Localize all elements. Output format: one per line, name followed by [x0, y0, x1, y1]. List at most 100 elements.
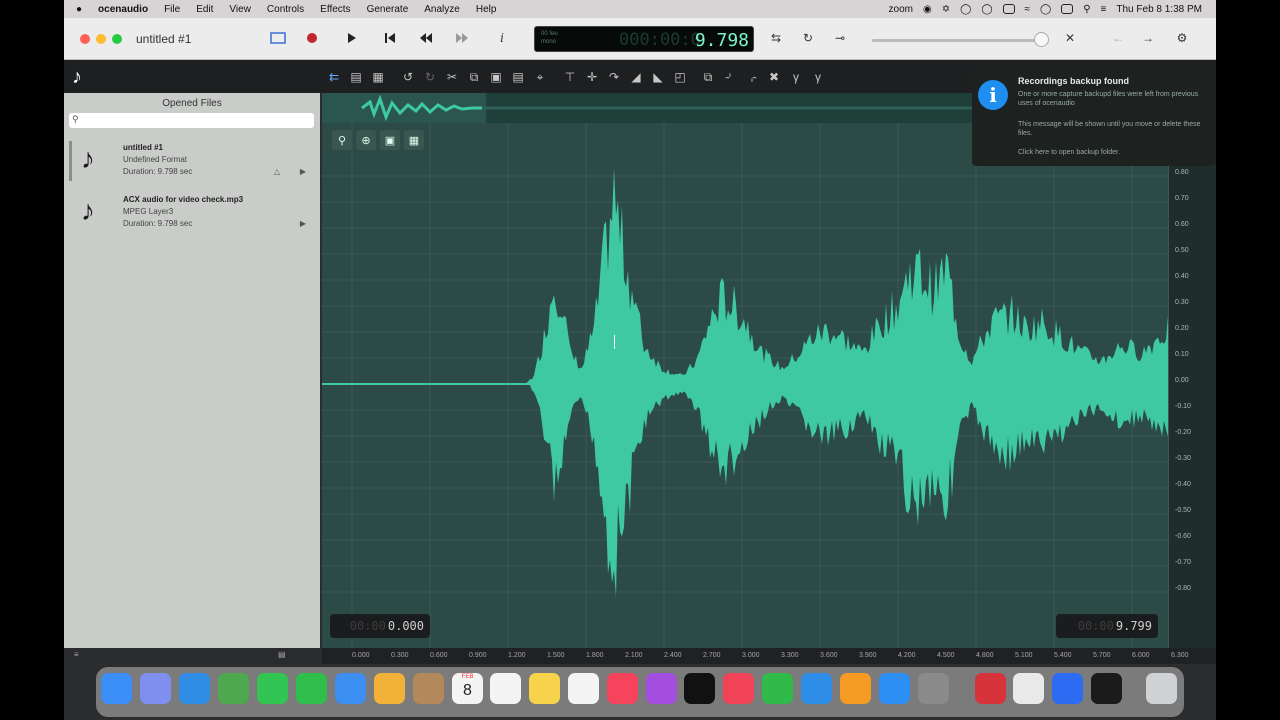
- reverse-icon[interactable]: ↷: [606, 69, 622, 85]
- selection-end-field[interactable]: 00:00 9.799: [1056, 614, 1158, 638]
- expand-arrow-icon[interactable]: ▶: [300, 219, 306, 228]
- facetime-icon[interactable]: [296, 673, 327, 704]
- zoom-magnify-icon[interactable]: ⚲: [332, 130, 352, 150]
- menu-help[interactable]: Help: [476, 4, 497, 15]
- volume-slider-track[interactable]: [872, 39, 1042, 42]
- podcasts-icon[interactable]: [646, 673, 677, 704]
- time-ruler[interactable]: 0.000 0.300 0.600 0.900 1.200 1.500 1.800 2.100…: [322, 648, 1216, 664]
- maps-icon[interactable]: [218, 673, 249, 704]
- waveform-editor[interactable]: [322, 123, 1168, 648]
- loop-icon[interactable]: ⇆: [766, 28, 786, 48]
- menu-app-name[interactable]: ocenaudio: [98, 4, 148, 15]
- volume-slider-knob[interactable]: [1034, 32, 1049, 47]
- reminders-icon[interactable]: [490, 673, 521, 704]
- curve-alt-icon[interactable]: ⌌: [744, 69, 760, 85]
- finder-icon[interactable]: [101, 673, 132, 704]
- play-button[interactable]: [342, 28, 362, 48]
- trim-icon[interactable]: ⊤: [562, 69, 578, 85]
- info-icon[interactable]: i: [492, 28, 512, 48]
- timer-icon[interactable]: ◯: [960, 4, 971, 15]
- menu-icon[interactable]: ≡: [74, 650, 79, 659]
- control-toggle-icon[interactable]: ≡: [1101, 4, 1107, 15]
- undo-icon[interactable]: ↺: [400, 69, 416, 85]
- record-button[interactable]: [302, 28, 322, 48]
- speaker-mute-icon[interactable]: ✕: [1060, 28, 1080, 48]
- battery-icon[interactable]: [1002, 4, 1015, 14]
- file-item[interactable]: ♪ ACX audio for video check.mp3 MPEG Lay…: [69, 193, 314, 239]
- mail-icon[interactable]: [335, 673, 366, 704]
- filter-icon[interactable]: γ: [788, 69, 804, 85]
- app-store-icon[interactable]: [879, 673, 910, 704]
- save-file-icon[interactable]: △: [274, 167, 280, 176]
- freeform-icon[interactable]: [568, 673, 599, 704]
- expressvpn-icon[interactable]: [975, 673, 1006, 704]
- display-icon[interactable]: [1061, 4, 1074, 14]
- expand-arrow-icon[interactable]: ▶: [300, 167, 306, 176]
- insert-silence-icon[interactable]: ✛: [584, 69, 600, 85]
- numbers-icon[interactable]: [762, 673, 793, 704]
- file-item[interactable]: ♪ untitled #1 Undefined Format Duration:…: [69, 141, 314, 187]
- accessibility-icon[interactable]: ◉: [923, 4, 932, 15]
- ocenaudio-icon[interactable]: [1091, 673, 1122, 704]
- repeat-icon[interactable]: ↻: [798, 28, 818, 48]
- follow-cursor-icon[interactable]: ⊸: [830, 28, 850, 48]
- photos-icon[interactable]: [374, 673, 405, 704]
- spotlight-search-icon[interactable]: ⚲: [1083, 4, 1090, 15]
- paste-icon[interactable]: ▣: [488, 69, 504, 85]
- music-icon[interactable]: [607, 673, 638, 704]
- zoom-selection-icon[interactable]: ▣: [380, 130, 400, 150]
- system-settings-icon[interactable]: [918, 673, 949, 704]
- menu-view[interactable]: View: [229, 4, 251, 15]
- menu-edit[interactable]: Edit: [196, 4, 213, 15]
- open-backup-folder-link[interactable]: Click here to open backup folder.: [1018, 148, 1208, 157]
- go-to-start-button[interactable]: [380, 28, 400, 48]
- news-icon[interactable]: [723, 673, 754, 704]
- launchpad-icon[interactable]: [140, 673, 171, 704]
- close-window-button[interactable]: [80, 34, 90, 44]
- safari-icon[interactable]: [179, 673, 210, 704]
- calendar-icon[interactable]: FEB 8: [452, 673, 483, 704]
- apple-menu-icon[interactable]: ●: [76, 4, 82, 15]
- redo-icon[interactable]: ↻: [422, 69, 438, 85]
- files-search-input[interactable]: ⚲: [69, 113, 314, 128]
- menu-analyze[interactable]: Analyze: [424, 4, 460, 15]
- filter-alt-icon[interactable]: γ: [810, 69, 826, 85]
- pages-icon[interactable]: [840, 673, 871, 704]
- settings-icon[interactable]: ⚙: [1172, 28, 1192, 48]
- chrome-icon[interactable]: [1013, 673, 1044, 704]
- zoom-window-button[interactable]: [112, 34, 122, 44]
- normalize-icon[interactable]: ◰: [672, 69, 688, 85]
- menu-controls[interactable]: Controls: [267, 4, 304, 15]
- fast-forward-button[interactable]: [452, 28, 472, 48]
- menubar-clock[interactable]: Thu Feb 8 1:38 PM: [1116, 4, 1202, 15]
- messages-icon[interactable]: [257, 673, 288, 704]
- backup-notification[interactable]: i Recordings backup found One or more ca…: [972, 68, 1216, 166]
- fade-in-icon[interactable]: ◢: [628, 69, 644, 85]
- menu-file[interactable]: File: [164, 4, 180, 15]
- wifi-icon[interactable]: ≈: [1025, 4, 1031, 15]
- panel-view-icon[interactable]: ▤: [278, 650, 286, 659]
- control-center-icon[interactable]: ◯: [1040, 4, 1051, 15]
- notes-icon[interactable]: [529, 673, 560, 704]
- trash-icon[interactable]: [1146, 673, 1177, 704]
- minimize-window-button[interactable]: [96, 34, 106, 44]
- zoom-fit-icon[interactable]: ▦: [404, 130, 424, 150]
- selection-mode-icon[interactable]: ⇇: [326, 69, 342, 85]
- zoom-app-icon[interactable]: [1052, 673, 1083, 704]
- back-arrow-icon[interactable]: ←: [1108, 28, 1128, 48]
- crop-icon[interactable]: ⌖: [532, 69, 548, 85]
- cut-icon[interactable]: ✂: [444, 69, 460, 85]
- keynote-icon[interactable]: [801, 673, 832, 704]
- fade-out-icon[interactable]: ◣: [650, 69, 666, 85]
- rewind-button[interactable]: [416, 28, 436, 48]
- delete-icon[interactable]: ▤: [510, 69, 526, 85]
- cross-fade-icon[interactable]: ✖: [766, 69, 782, 85]
- zoom-in-icon[interactable]: ⊕: [356, 130, 376, 150]
- view-toggle-icon[interactable]: [268, 28, 288, 48]
- menu-generate[interactable]: Generate: [367, 4, 409, 15]
- sync-icon[interactable]: ◯: [981, 4, 992, 15]
- region-icon[interactable]: ▦: [370, 69, 386, 85]
- script-icon[interactable]: ✡: [942, 4, 950, 15]
- contacts-icon[interactable]: [413, 673, 444, 704]
- copy-icon[interactable]: ⧉: [466, 69, 482, 85]
